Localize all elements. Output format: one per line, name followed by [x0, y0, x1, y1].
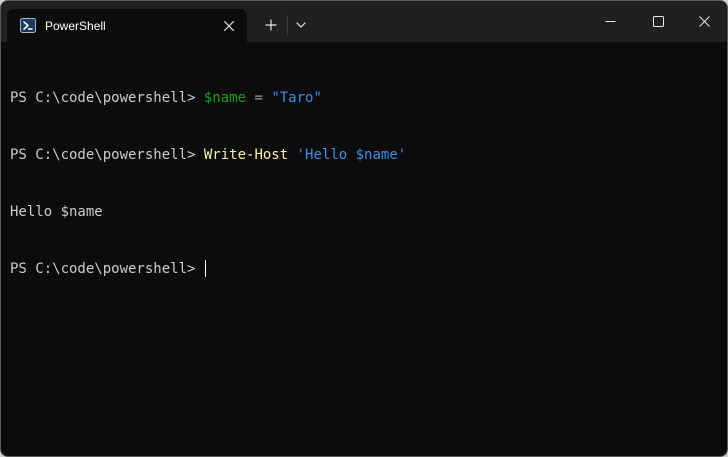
plus-icon: [265, 19, 277, 31]
tab-title: PowerShell: [45, 19, 106, 33]
text-cursor: [204, 260, 206, 277]
terminal-line: PS C:\code\powershell> $name = "Taro": [10, 89, 723, 108]
chevron-down-icon: [296, 22, 306, 28]
string-token: 'Hello $name': [296, 147, 407, 163]
new-tab-button[interactable]: [259, 13, 283, 37]
prompt: PS C:\code\powershell>: [10, 90, 204, 106]
titlebar-separator: [287, 15, 288, 35]
terminal-output[interactable]: PS C:\code\powershell> $name = "Taro" PS…: [10, 51, 723, 452]
close-icon: [698, 16, 710, 27]
prompt: PS C:\code\powershell>: [10, 261, 204, 277]
close-tab-button[interactable]: [221, 18, 237, 34]
tab-powershell[interactable]: PowerShell: [7, 9, 247, 42]
terminal-line: Hello $name: [10, 203, 723, 222]
maximize-button[interactable]: [635, 1, 681, 42]
close-icon: [223, 20, 235, 32]
maximize-icon: [652, 16, 664, 27]
close-window-button[interactable]: [681, 1, 727, 42]
operator-token: =: [246, 90, 272, 106]
minimize-icon: [605, 21, 615, 22]
profile-dropdown-button[interactable]: [291, 13, 311, 37]
terminal-line: PS C:\code\powershell> Write-Host 'Hello…: [10, 146, 723, 165]
terminal-line: PS C:\code\powershell>: [10, 260, 723, 279]
command-token: Write-Host: [203, 147, 289, 163]
minimize-button[interactable]: [587, 1, 633, 42]
variable-token: $name: [203, 90, 247, 106]
prompt: PS C:\code\powershell>: [10, 147, 204, 163]
powershell-icon: [20, 18, 36, 33]
string-token: "Taro": [271, 90, 322, 106]
title-bar[interactable]: PowerShell: [1, 1, 727, 42]
terminal-window: PowerShell PS C:\code\powershell> $name …: [0, 0, 728, 457]
command-output: Hello $name: [10, 204, 103, 220]
